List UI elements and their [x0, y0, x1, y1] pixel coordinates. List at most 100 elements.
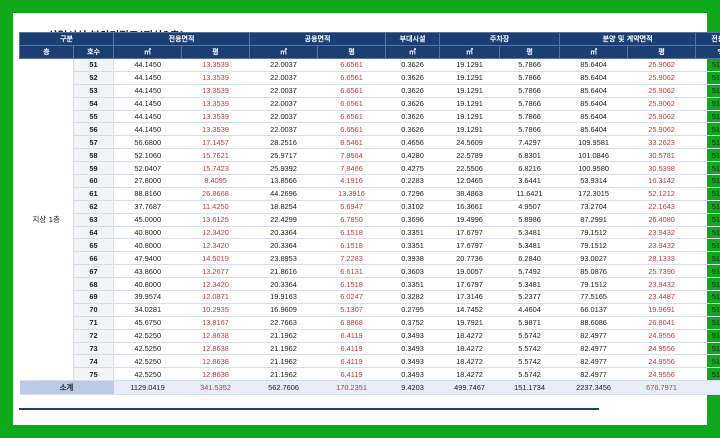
- table-cell: 85.6404: [559, 110, 628, 124]
- unit-number: 54: [73, 97, 115, 111]
- header-exclusive-area: 전용면적: [113, 32, 251, 46]
- header-facility: 부대시설: [385, 32, 441, 46]
- unit-number: 66: [73, 251, 115, 266]
- table-cell: 26.8041: [627, 316, 696, 330]
- table-cell: 51.55: [695, 97, 720, 111]
- table-cell: 17.3146: [439, 290, 500, 304]
- table-cell: 0.4280: [385, 148, 440, 163]
- table-cell: 6.1518: [317, 226, 386, 240]
- table-cell: 24.9556: [627, 342, 696, 356]
- table-cell: 23.9432: [627, 226, 696, 240]
- table-cell: 6.4119: [317, 342, 386, 356]
- table-cell: 25.9062: [627, 71, 696, 85]
- table-cell: 6.0247: [317, 290, 386, 304]
- table-cell: 52.1060: [113, 148, 182, 163]
- table-cell: 30.5781: [627, 148, 696, 163]
- table-row: 60 27.8000 8.4095 13.8566 4.1916 0.2283 12.046…: [20, 174, 720, 188]
- table-cell: 42.5250: [113, 342, 182, 356]
- table-cell: 85.6404: [559, 97, 628, 111]
- table-cell: 0.3351: [385, 226, 440, 240]
- table-cell: 12.3420: [181, 226, 250, 240]
- table-cell: 39.9574: [113, 290, 182, 304]
- table-cell: 5.7866: [499, 110, 560, 124]
- table-cell: 0.2283: [385, 174, 440, 188]
- unit-number: 68: [73, 277, 115, 292]
- table-cell: 51.55: [695, 238, 720, 253]
- table-cell: 21.1962: [249, 367, 318, 382]
- table-cell: 13.6125: [181, 213, 250, 227]
- table-cell: 87.2991: [559, 213, 628, 227]
- header-common-m2: ㎡: [249, 45, 319, 59]
- table-cell: 0.3626: [385, 122, 440, 137]
- table-cell: 0.2795: [385, 303, 440, 317]
- unit-number: 56: [73, 122, 115, 137]
- table-cell: 43.8600: [113, 264, 182, 279]
- unit-number: 63: [73, 213, 115, 227]
- table-cell: 5.7866: [499, 84, 560, 98]
- table-cell: 5.2377: [499, 290, 560, 304]
- table-cell: 18.8254: [249, 200, 318, 214]
- table-cell: 8.5461: [317, 135, 386, 150]
- table-cell: 14.5019: [181, 251, 250, 266]
- table-cell: 5.5742: [499, 342, 560, 356]
- table-cell: 25.9062: [627, 58, 696, 72]
- table-cell: 6.8301: [499, 148, 560, 163]
- table-cell: 0.3493: [385, 367, 440, 382]
- table-cell: 40.8000: [113, 277, 182, 292]
- subtotal-row: 소계 1129.0419 341.5352 562.7606 170.2351 9.420…: [19, 380, 720, 396]
- table-cell: 22.0037: [249, 71, 318, 85]
- table-row: 55 44.1450 13.3539 22.0037 6.6561 0.3626 19.12…: [20, 110, 720, 124]
- table-cell: 52.0407: [113, 161, 182, 176]
- table-cell: 13.3539: [181, 84, 250, 98]
- table-cell: 5.6947: [317, 200, 386, 214]
- table-cell: 25.9062: [627, 97, 696, 111]
- table-cell: 6.6561: [317, 122, 386, 137]
- table-cell: 19.1291: [439, 58, 500, 72]
- unit-number: 69: [73, 290, 115, 304]
- table-cell: 19.9163: [249, 290, 318, 304]
- table-cell: 19.9691: [627, 303, 696, 317]
- table-cell: 0.4275: [385, 161, 440, 176]
- table-cell: 22.7663: [249, 316, 318, 330]
- table-cell: 6.6561: [317, 97, 386, 111]
- table-cell: 12.8638: [181, 367, 250, 382]
- table-cell: 0.3102: [385, 200, 440, 214]
- table-cell: 5.8986: [499, 213, 560, 227]
- table-cell: 51.55: [695, 135, 720, 150]
- table-cell: 15.7621: [181, 148, 250, 163]
- subtotal-cell: 1129.0419: [113, 380, 182, 396]
- table-cell: 0.3493: [385, 354, 440, 369]
- table-cell: 51.55: [695, 174, 720, 188]
- table-cell: 0.3493: [385, 329, 440, 343]
- floor-label: 지상 1층: [19, 58, 74, 382]
- table-cell: 19.1291: [439, 122, 500, 137]
- table-row: 지상 1층 51 44.1450 13.3539 22.0037 6.6561 0.3626…: [19, 58, 720, 382]
- table-cell: 3.6441: [499, 174, 560, 188]
- table-row: 53 44.1450 13.3539 22.0037 6.6561 0.3626 19.12…: [20, 84, 720, 98]
- table-row: 54 44.1450 13.3539 22.0037 6.6561 0.3626 19.12…: [20, 97, 720, 111]
- table-cell: 28.2516: [249, 135, 318, 150]
- table-row: 62 37.7687 11.4250 18.8254 5.6947 0.3102 16.36…: [20, 200, 720, 214]
- table-cell: 23.9432: [627, 238, 696, 253]
- table-cell: 13.3539: [181, 71, 250, 85]
- table-cell: 13.3539: [181, 122, 250, 137]
- table-cell: 51.55: [695, 187, 720, 201]
- subtotal-cell: 341.5352: [181, 380, 250, 396]
- subtotal-cell: 676.7971: [627, 380, 696, 396]
- table-cell: 51.55: [695, 251, 720, 266]
- table-row: 58 52.1060 15.7621 25.9717 7.8564 0.4280 22.57…: [20, 148, 720, 163]
- table-cell: 12.0871: [181, 290, 250, 304]
- table-cell: 25.9062: [627, 84, 696, 98]
- subtotal-cell: 2237.3456: [559, 380, 628, 396]
- header-unit: 호수: [72, 45, 115, 59]
- header-facility-m2: ㎡: [385, 45, 441, 59]
- table-row: 74 42.5250 12.8638 21.1962 6.4119 0.3493 18.42…: [20, 354, 720, 369]
- unit-number: 75: [73, 367, 115, 382]
- table-row: 70 34.0281 10.2935 16.9609 5.1307 0.2795 14.74…: [20, 303, 720, 317]
- table-row: 66 47.9400 14.5019 23.8953 7.2283 0.3938 20.77…: [20, 251, 720, 266]
- table-cell: 22.0037: [249, 84, 318, 98]
- table-cell: 6.6131: [317, 264, 386, 279]
- table-cell: 79.1512: [559, 238, 628, 253]
- table-cell: 0.3626: [385, 84, 440, 98]
- table-cell: 40.8000: [113, 226, 182, 240]
